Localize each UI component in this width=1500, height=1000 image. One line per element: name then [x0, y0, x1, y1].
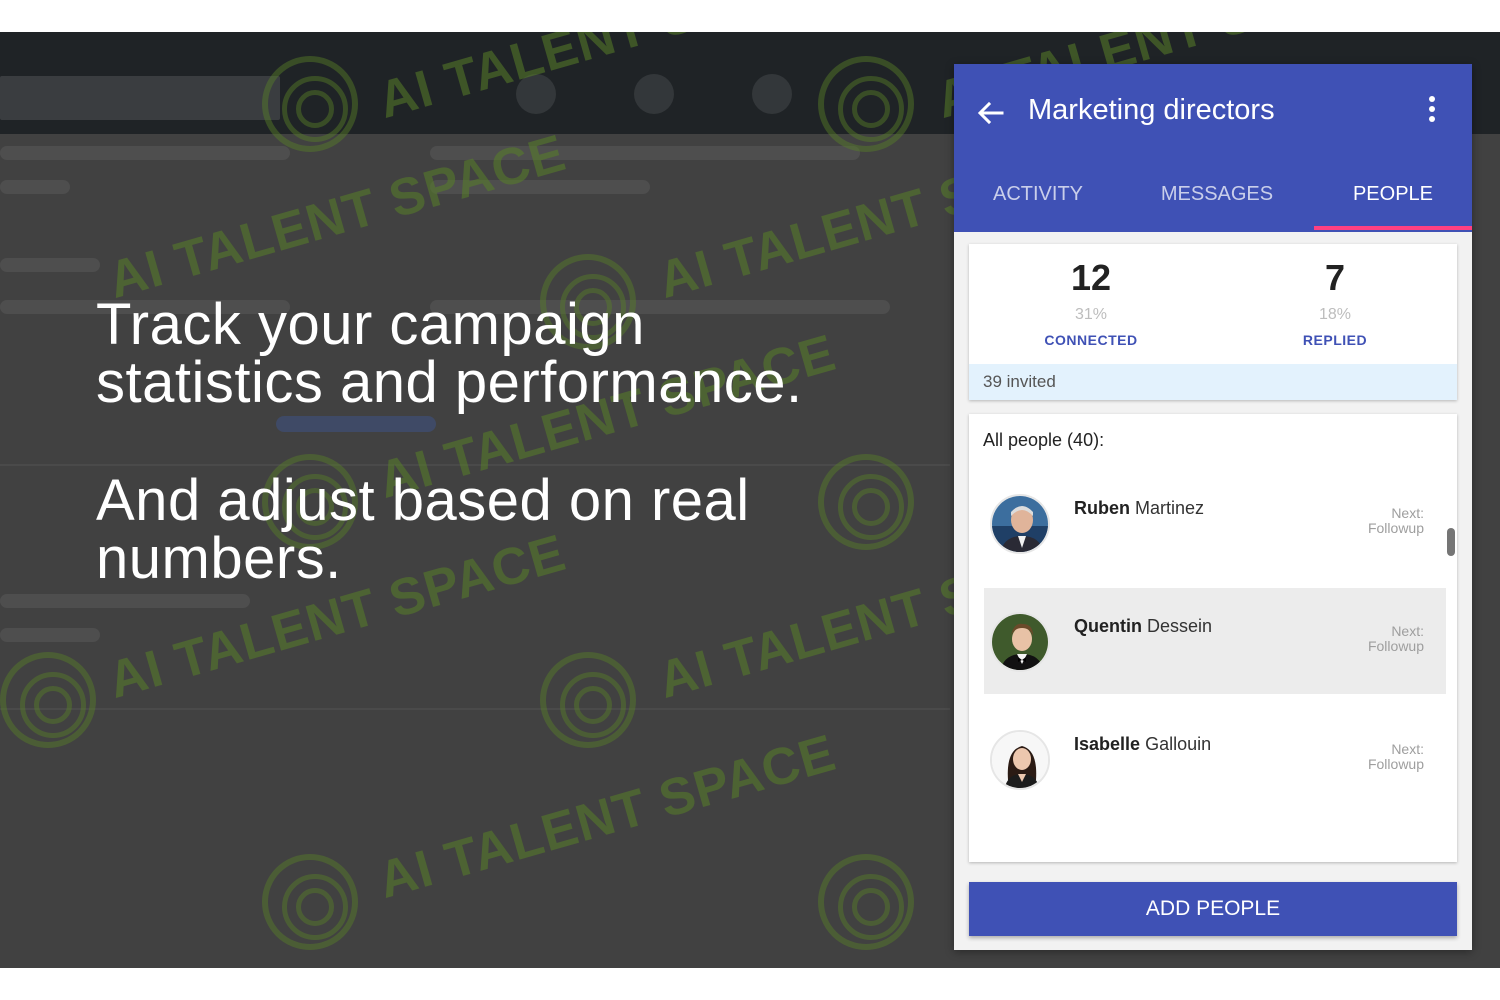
connected-percent: 31% — [1074, 306, 1108, 323]
app-bar: Marketing directors ACTIVITY MESSAGES PE… — [954, 64, 1472, 232]
people-list: All people (40): Ruben Martinez Next: Fo… — [969, 414, 1457, 862]
background-nav-icon — [634, 74, 674, 114]
avatar — [990, 612, 1050, 672]
background-text-line — [0, 258, 100, 272]
person-name: Isabelle Gallouin — [1074, 734, 1211, 755]
background-link — [276, 416, 436, 432]
campaign-card: Marketing directors ACTIVITY MESSAGES PE… — [954, 64, 1472, 950]
person-name: Ruben Martinez — [1074, 498, 1204, 519]
add-people-button[interactable]: ADD PEOPLE — [969, 882, 1457, 936]
next-action: Next: Followup — [1368, 624, 1424, 654]
person-name: Quentin Dessein — [1074, 616, 1212, 637]
next-action: Next: Followup — [1368, 742, 1424, 772]
headline-line: Track your campaign — [96, 292, 645, 357]
watermark-logo-icon — [0, 652, 96, 748]
list-item[interactable]: Quentin Dessein Next: Followup — [984, 588, 1446, 694]
more-vertical-icon[interactable] — [1422, 96, 1442, 130]
replied-percent: 18% — [1318, 306, 1352, 323]
connected-count: 12 — [1070, 257, 1112, 298]
next-action-label: Next: — [1391, 505, 1424, 521]
stats-panel: 12 31% CONNECTED 7 18% REPLIED 39 invite… — [969, 244, 1457, 400]
list-item[interactable]: Ruben Martinez Next: Followup — [984, 470, 1446, 576]
background-text-line — [0, 628, 100, 642]
replied-label: REPLIED — [1302, 332, 1368, 348]
background-text-line — [0, 180, 70, 194]
stat-replied: 7 18% REPLIED — [1235, 258, 1435, 350]
next-action-value: Followup — [1367, 638, 1424, 654]
watermark-logo-icon — [262, 56, 358, 152]
campaign-title: Marketing directors — [1028, 94, 1275, 126]
tab-messages[interactable]: MESSAGES — [1146, 164, 1288, 232]
invited-count: 39 invited — [969, 364, 1457, 400]
headline-primary: Track your campaign statistics and perfo… — [96, 296, 803, 412]
person-last-name: Dessein — [1147, 616, 1213, 636]
headline-line: statistics and performance. — [96, 350, 803, 415]
watermark-text: AI TALENT SPACE — [372, 723, 843, 910]
scrollbar-thumb[interactable] — [1447, 528, 1455, 556]
tab-people[interactable]: PEOPLE — [1328, 164, 1458, 232]
person-last-name: Gallouin — [1145, 734, 1212, 754]
next-action-value: Followup — [1367, 756, 1424, 772]
avatar — [990, 730, 1050, 790]
person-last-name: Martinez — [1135, 498, 1205, 518]
headline-secondary: And adjust based on real numbers. — [96, 472, 750, 588]
stat-connected: 12 31% CONNECTED — [991, 258, 1191, 350]
list-item[interactable]: Isabelle Gallouin Next: Followup — [984, 706, 1446, 812]
watermark-logo-icon — [818, 454, 914, 550]
next-action-label: Next: — [1391, 741, 1424, 757]
watermark-logo-icon — [262, 854, 358, 950]
person-first-name: Ruben — [1074, 498, 1130, 518]
headline-line: numbers. — [96, 526, 342, 591]
people-list-header: All people (40): — [983, 430, 1105, 450]
watermark-logo-icon — [818, 854, 914, 950]
background-text-line — [0, 594, 250, 608]
headline-line: And adjust based on real — [96, 468, 750, 533]
arrow-left-icon[interactable] — [976, 98, 1006, 128]
avatar — [990, 494, 1050, 554]
background-search-bar — [0, 76, 280, 120]
background-text-line — [0, 146, 290, 160]
connected-label: CONNECTED — [1044, 332, 1138, 348]
background-divider — [0, 708, 950, 710]
background-nav-icon — [752, 74, 792, 114]
next-action-label: Next: — [1391, 623, 1424, 639]
next-action: Next: Followup — [1368, 506, 1424, 536]
watermark-logo-icon — [540, 652, 636, 748]
tab-activity[interactable]: ACTIVITY — [970, 164, 1106, 232]
person-first-name: Isabelle — [1074, 734, 1141, 754]
active-tab-indicator — [1314, 226, 1472, 230]
person-first-name: Quentin — [1074, 616, 1142, 636]
tab-bar: ACTIVITY MESSAGES PEOPLE — [954, 164, 1472, 232]
watermark-logo-icon — [818, 56, 914, 152]
next-action-value: Followup — [1367, 520, 1424, 536]
replied-count: 7 — [1324, 257, 1346, 298]
